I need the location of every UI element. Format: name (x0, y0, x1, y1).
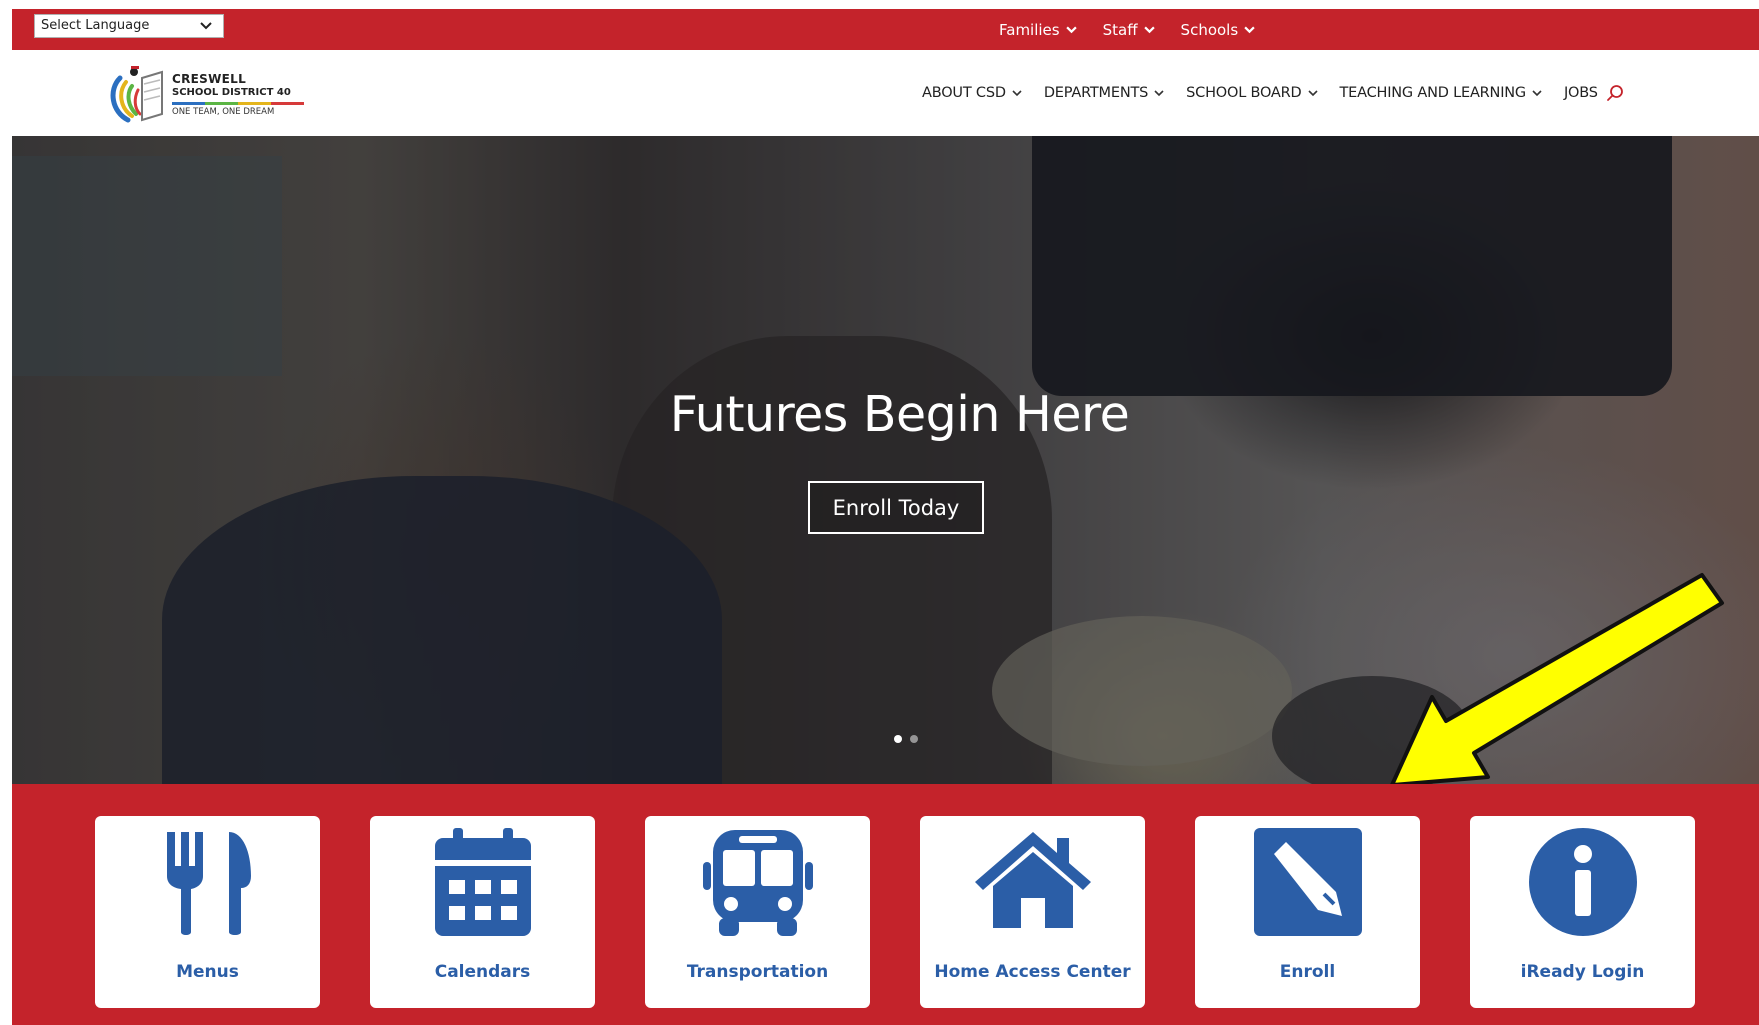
quick-link-label: Home Access Center (934, 962, 1131, 982)
quick-link-label: Transportation (686, 962, 829, 982)
chevron-down-icon (1307, 90, 1318, 97)
utility-item-label: Families (999, 20, 1060, 39)
chevron-down-icon (1532, 90, 1542, 97)
utility-item-schools[interactable]: Schools (1181, 21, 1256, 39)
info-icon (1528, 828, 1637, 936)
nav-item-label: JOBS (1563, 85, 1598, 101)
slider-dot[interactable] (894, 735, 902, 743)
edit-icon (1253, 828, 1362, 936)
quick-link-home-access-center[interactable]: Home Access Center (920, 816, 1145, 1008)
hero-title: Futures Begin Here (669, 386, 1130, 443)
quick-link-menus[interactable]: Menus (95, 816, 320, 1008)
quick-link-calendars[interactable]: Calendars (370, 816, 595, 1008)
nav-item-label: SCHOOL BOARD (1186, 85, 1302, 101)
slider-dot[interactable] (910, 735, 918, 743)
search-icon[interactable] (1606, 84, 1624, 102)
logo-mark-icon (110, 66, 163, 123)
quick-link-label: Calendars (434, 962, 531, 982)
slider-dots (894, 735, 918, 743)
utility-item-label: Staff (1102, 20, 1138, 39)
logo-line-2: SCHOOL DISTRICT 40 (172, 87, 291, 98)
chevron-down-icon (1143, 26, 1155, 34)
chevron-down-icon (1065, 26, 1077, 34)
utility-item-staff[interactable]: Staff (1103, 21, 1155, 39)
quick-link-iready-login[interactable]: iReady Login (1470, 816, 1695, 1008)
nav-item-label: ABOUT CSD (922, 85, 1006, 101)
quick-link-label: iReady Login (1520, 962, 1645, 982)
nav-item-about-csd[interactable]: ABOUT CSD (922, 85, 1022, 101)
site-header: CRESWELL SCHOOL DISTRICT 40 ONE TEAM, ON… (12, 50, 1759, 136)
chevron-down-icon (200, 22, 212, 30)
nav-item-school-board[interactable]: SCHOOL BOARD (1186, 85, 1318, 101)
nav-item-jobs[interactable]: JOBS (1564, 85, 1598, 101)
logo-tagline: ONE TEAM, ONE DREAM (172, 107, 275, 117)
utility-item-label: Schools (1180, 20, 1239, 39)
utility-nav: Families Staff Schools (999, 9, 1255, 50)
logo-stripes (172, 102, 304, 105)
utility-item-families[interactable]: Families (999, 21, 1077, 39)
top-utility-bar: Select Language Families Staff Schools (12, 9, 1759, 50)
language-select-value: Select Language (41, 18, 150, 33)
chevron-down-icon (1012, 90, 1022, 97)
quick-link-label: Menus (176, 962, 239, 982)
nav-item-label: DEPARTMENTS (1043, 85, 1149, 101)
language-select[interactable]: Select Language (34, 14, 224, 38)
quick-link-label: Enroll (1279, 962, 1336, 982)
bus-icon (702, 830, 813, 936)
nav-item-label: TEACHING AND LEARNING (1339, 85, 1527, 101)
chevron-down-icon (1154, 90, 1164, 97)
arrow-annotation-icon (1390, 573, 1724, 787)
quick-link-enroll[interactable]: Enroll (1195, 816, 1420, 1008)
nav-item-teaching-and-learning[interactable]: TEACHING AND LEARNING (1340, 85, 1542, 101)
logo-line-1: CRESWELL (172, 72, 247, 86)
district-logo[interactable]: CRESWELL SCHOOL DISTRICT 40 ONE TEAM, ON… (94, 60, 324, 126)
main-nav: ABOUT CSD DEPARTMENTS SCHOOL BOARD TEACH… (922, 50, 1624, 136)
logo-text: CRESWELL SCHOOL DISTRICT 40 ONE TEAM, ON… (172, 72, 304, 118)
chevron-down-icon (1244, 26, 1255, 34)
nav-item-departments[interactable]: DEPARTMENTS (1044, 85, 1164, 101)
utensils-icon (166, 832, 251, 935)
enroll-today-button[interactable]: Enroll Today (808, 481, 984, 534)
calendar-icon (434, 828, 531, 936)
home-icon (974, 832, 1091, 928)
quick-link-transportation[interactable]: Transportation (645, 816, 870, 1008)
quick-links-band: Menus Calendars Transportation Home Acce… (12, 784, 1759, 1025)
